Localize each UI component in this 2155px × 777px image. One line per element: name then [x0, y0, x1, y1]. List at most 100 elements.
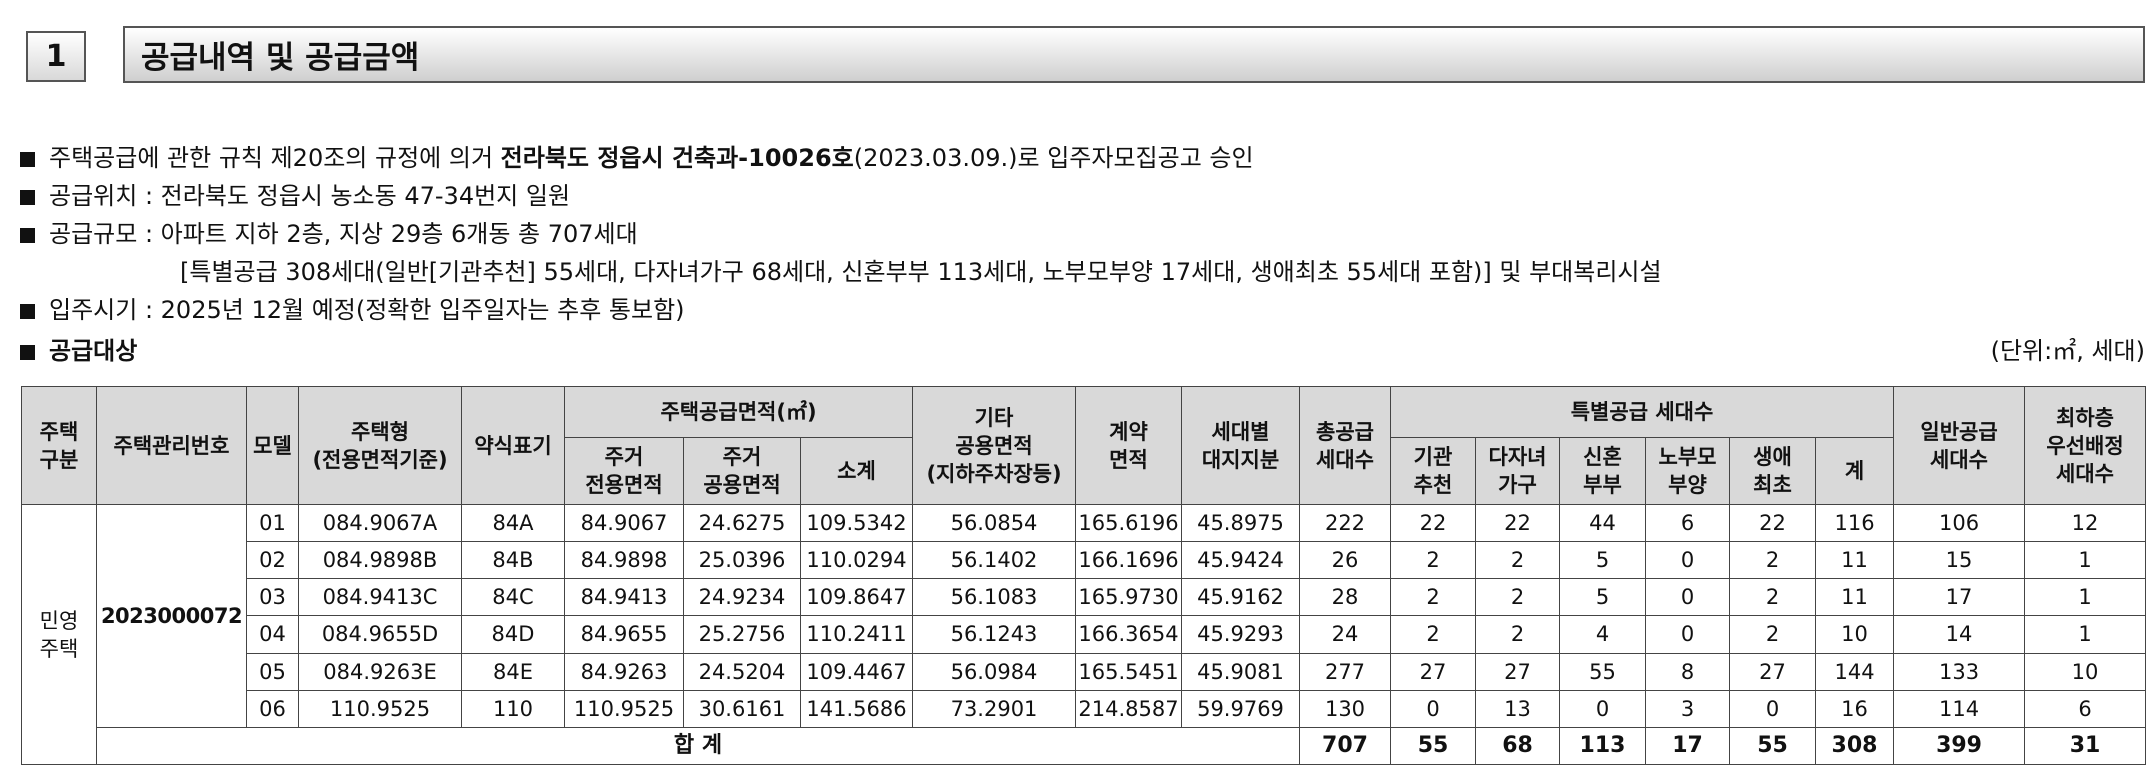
section-title-text: 공급내역 및 공급금액	[141, 40, 420, 76]
cell-model: 02	[246, 541, 299, 580]
notice-approval: 주택공급에 관한 규칙 제20조의 규정에 의거 전라북도 정읍시 건축과-10…	[20, 142, 1254, 174]
cell-comm: 24.9234	[683, 578, 801, 617]
cell-gen: 133	[1893, 652, 2026, 691]
cell-total: 24	[1299, 615, 1391, 654]
col-mgmt-no: 주택관리번호	[96, 386, 247, 505]
table-row: 03 084.9413C 84C 84.9413 24.9234 109.8647 56.1…	[22, 578, 2147, 617]
cell-newly: 0	[1559, 689, 1646, 728]
col-supply-area: 주택공급면적(㎡)	[564, 386, 913, 438]
cell-comm: 30.6161	[683, 689, 801, 728]
col-special-sum: 계	[1814, 437, 1895, 505]
cell-contract: 214.8587	[1075, 689, 1182, 728]
cell-other: 56.0854	[912, 503, 1076, 543]
cell-type: 084.9413C	[298, 578, 462, 617]
approval-bold: 전라북도 정읍시 건축과-10026호	[500, 144, 854, 172]
col-elderly: 노부모 부양	[1645, 437, 1730, 505]
cell-abbr: 84A	[461, 503, 565, 543]
cell-excl: 110.9525	[564, 689, 684, 728]
cell-elder: 0	[1645, 578, 1730, 617]
cell-abbr: 84D	[461, 615, 565, 654]
notice-location: 공급위치 : 전라북도 정읍시 농소동 47-34번지 일원	[20, 180, 570, 212]
cell-first: 2	[1729, 541, 1816, 580]
cell-total: 28	[1299, 578, 1391, 617]
col-other-common: 기타 공용면적 (지하주차장등)	[912, 386, 1076, 505]
cell-multi: 27	[1475, 652, 1560, 691]
cell-abbr: 84E	[461, 652, 565, 691]
cell-multi: 2	[1475, 541, 1560, 580]
cell-low: 12	[2024, 503, 2147, 543]
cell-first: 2	[1729, 578, 1816, 617]
cell-sub: 109.8647	[800, 578, 913, 617]
total-row: 합 계 707 55 68 113 17 55 308 399 31	[22, 726, 2147, 766]
cell-multi: 22	[1475, 503, 1560, 543]
cell-newly: 5	[1559, 578, 1646, 617]
scale-detail-text: [특별공급 308세대(일반[기관추천] 55세대, 다자녀가구 68세대, 신…	[180, 258, 1662, 286]
cell-multi: 13	[1475, 689, 1560, 728]
col-total-supply: 총공급 세대수	[1299, 386, 1391, 505]
house-type-div-cell: 민영 주택	[21, 504, 97, 765]
cell-total: 277	[1299, 652, 1391, 691]
total-label: 합 계	[96, 726, 1300, 766]
table-row: 06 110.9525 110 110.9525 30.6161 141.5686 73.2…	[22, 689, 2147, 728]
cell-inst: 2	[1390, 541, 1476, 580]
cell-comm: 24.5204	[683, 652, 801, 691]
cell-inst: 22	[1390, 503, 1476, 543]
cell-type: 110.9525	[298, 689, 462, 728]
col-house-type-div: 주택 구분	[21, 386, 97, 505]
cell-inst: 2	[1390, 578, 1476, 617]
notice-scale: 공급규모 : 아파트 지하 2층, 지상 29층 6개동 총 707세대	[20, 218, 638, 250]
approval-suffix: (2023.03.09.)로 입주자모집공고 승인	[853, 144, 1254, 172]
cell-sp: 144	[1814, 652, 1895, 691]
cell-newly: 5	[1559, 541, 1646, 580]
cell-model: 01	[246, 503, 299, 543]
col-multi: 다자녀 가구	[1475, 437, 1560, 505]
unit-label: (단위:㎡, 세대)	[1990, 337, 2145, 365]
cell-gen: 114	[1893, 689, 2026, 728]
mgmt-no-cell: 2023000072	[96, 504, 247, 728]
target-heading-text: 공급대상	[49, 337, 138, 365]
cell-excl: 84.9263	[564, 652, 684, 691]
cell-excl: 84.9067	[564, 503, 684, 543]
table-row: 04 084.9655D 84D 84.9655 25.2756 110.2411 56.1…	[22, 615, 2147, 654]
cell-sub: 109.5342	[800, 503, 913, 543]
total-cell-elder: 17	[1645, 726, 1730, 766]
cell-sp: 10	[1814, 615, 1895, 654]
cell-total: 26	[1299, 541, 1391, 580]
cell-first: 0	[1729, 689, 1816, 728]
notice-move-in: 입주시기 : 2025년 12월 예정(정확한 입주일자는 추후 통보함)	[20, 294, 685, 326]
cell-elder: 0	[1645, 615, 1730, 654]
location-text: 공급위치 : 전라북도 정읍시 농소동 47-34번지 일원	[49, 182, 571, 210]
scale-text: 공급규모 : 아파트 지하 2층, 지상 29층 6개동 총 707세대	[49, 220, 638, 248]
cell-gen: 106	[1893, 503, 2026, 543]
total-cell-total: 707	[1299, 726, 1391, 766]
cell-gen: 15	[1893, 541, 2026, 580]
cell-comm: 25.0396	[683, 541, 801, 580]
col-model: 모델	[246, 386, 299, 505]
table-row: 05 084.9263E 84E 84.9263 24.5204 109.4467 56.0…	[22, 652, 2147, 691]
cell-low: 10	[2024, 652, 2147, 691]
cell-sp: 11	[1814, 578, 1895, 617]
cell-total: 222	[1299, 503, 1391, 543]
cell-elder: 3	[1645, 689, 1730, 728]
cell-low: 1	[2024, 541, 2147, 580]
cell-sp: 11	[1814, 541, 1895, 580]
cell-other: 56.0984	[912, 652, 1076, 691]
cell-sub: 109.4467	[800, 652, 913, 691]
col-exclusive: 주거 전용면적	[564, 437, 684, 505]
cell-model: 04	[246, 615, 299, 654]
cell-abbr: 84B	[461, 541, 565, 580]
cell-sub: 141.5686	[800, 689, 913, 728]
cell-contract: 165.9730	[1075, 578, 1182, 617]
total-cell-gen: 399	[1893, 726, 2026, 766]
cell-sp: 16	[1814, 689, 1895, 728]
approval-prefix: 주택공급에 관한 규칙 제20조의 규정에 의거	[49, 144, 501, 172]
cell-excl: 84.9655	[564, 615, 684, 654]
cell-inst: 2	[1390, 615, 1476, 654]
cell-inst: 27	[1390, 652, 1476, 691]
notice-target-heading: 공급대상	[20, 335, 137, 367]
cell-low: 1	[2024, 578, 2147, 617]
cell-land: 45.9081	[1181, 652, 1300, 691]
cell-land: 45.9293	[1181, 615, 1300, 654]
col-contract-area: 계약 면적	[1075, 386, 1182, 505]
cell-type: 084.9898B	[298, 541, 462, 580]
